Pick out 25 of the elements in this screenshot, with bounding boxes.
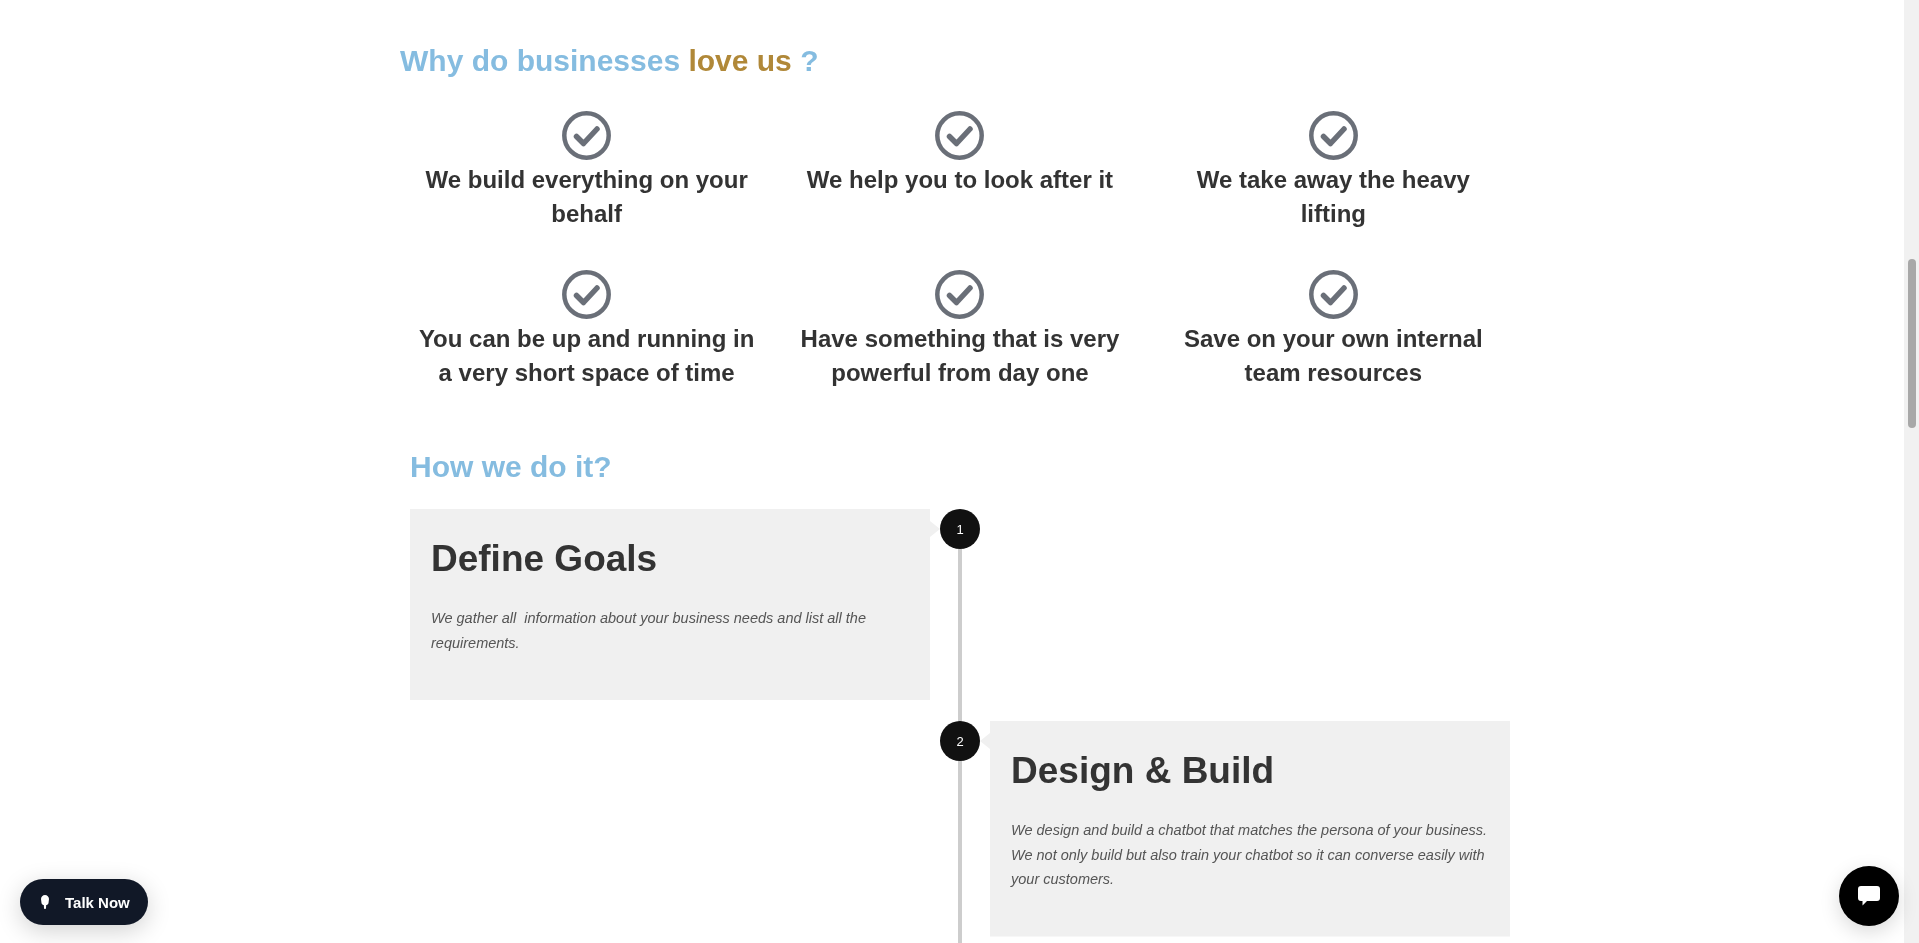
check-circle-icon [1308,270,1358,319]
check-circle-icon [1308,111,1358,160]
benefit-text: Save on your own internal team resources [1182,324,1484,388]
benefit-text: You can be up and running in a very short space of time [417,324,756,388]
check-circle-icon [562,270,612,319]
step-description: We design and build a chatbot that matches the persona of your business. We not only build but also train your chatbot so it can converse easily with your customers. [1011,821,1489,889]
step-number: 2 [940,721,980,761]
section-heading: Why do businesses love us ? [400,43,819,79]
step-title: Design & Build [1011,749,1275,793]
benefit-text: We build everything on your behalf [424,165,749,229]
step-description: We gather all information about your business needs and list all the requirements. [431,609,867,653]
section-heading: How we do it? [410,449,612,485]
check-circle-icon [935,270,985,319]
talk-now-button[interactable]: Talk Now [20,879,148,925]
mic-icon [41,895,49,909]
scrollbar-thumb[interactable] [1907,259,1916,428]
check-circle-icon [562,111,612,160]
check-circle-icon [935,111,985,160]
step-number: 1 [940,509,980,549]
chat-button[interactable] [1839,866,1899,926]
benefit-text: Have something that is very powerful from day one [799,324,1121,388]
benefit-text: We take away the heavy lifting [1195,165,1471,229]
benefit-text: We help you to look after it [806,165,1114,195]
step-title: Define Goals [431,537,658,581]
chat-icon [1858,886,1880,906]
